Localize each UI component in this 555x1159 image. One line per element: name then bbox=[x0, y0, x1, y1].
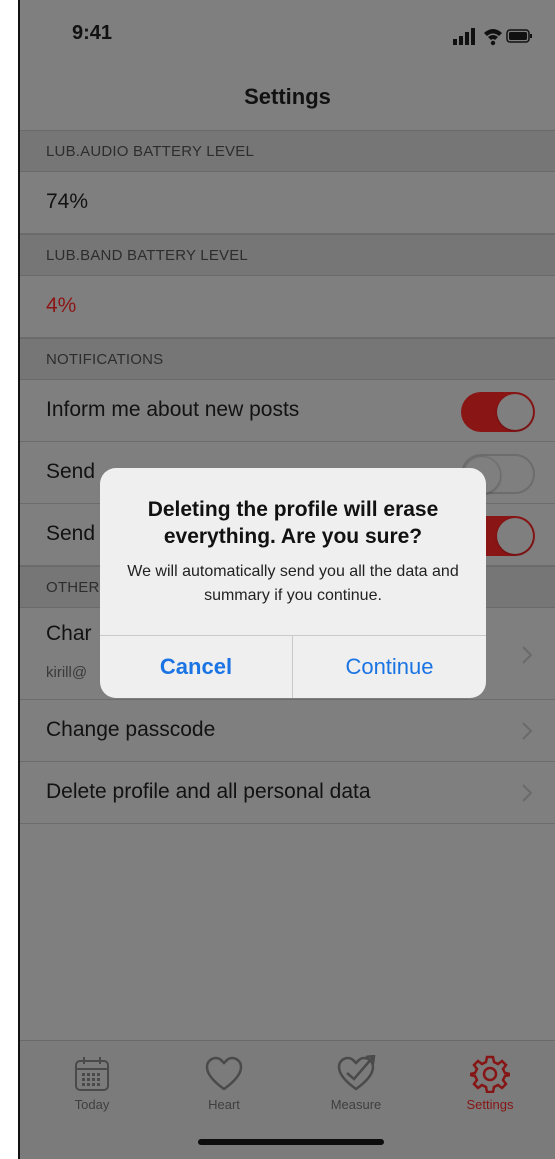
audio-battery-value: 74% bbox=[46, 190, 89, 213]
change-email-label: Char bbox=[46, 622, 92, 645]
section-header-label: LUB.AUDIO BATTERY LEVEL bbox=[46, 143, 255, 160]
chevron-right-icon bbox=[522, 722, 533, 740]
tab-today[interactable]: Today bbox=[42, 1055, 142, 1112]
new-posts-toggle[interactable] bbox=[461, 392, 535, 432]
delete-confirm-alert: Deleting the profile will erase everythi… bbox=[100, 468, 486, 698]
alert-buttons: Cancel Continue bbox=[100, 635, 486, 698]
nav-bar: Settings bbox=[20, 76, 555, 128]
status-icons bbox=[453, 28, 532, 46]
wifi-icon bbox=[484, 29, 502, 46]
toggle-knob bbox=[497, 518, 533, 554]
section-header-band: LUB.BAND BATTERY LEVEL bbox=[20, 234, 555, 276]
delete-profile-row[interactable]: Delete profile and all personal data bbox=[20, 762, 555, 824]
tab-label: Heart bbox=[208, 1097, 240, 1112]
notification-row-new-posts[interactable]: Inform me about new posts bbox=[20, 380, 555, 442]
audio-battery-row: 74% bbox=[20, 172, 555, 234]
alert-title: Deleting the profile will erase everythi… bbox=[147, 498, 439, 548]
change-email-sub: kirill@ bbox=[46, 664, 88, 681]
battery-icon bbox=[506, 29, 532, 43]
section-header-notifications: NOTIFICATIONS bbox=[20, 338, 555, 380]
chevron-right-icon bbox=[522, 784, 533, 802]
notification-label: Inform me about new posts bbox=[46, 398, 300, 421]
delete-profile-label: Delete profile and all personal data bbox=[46, 780, 371, 803]
toggle-knob bbox=[497, 394, 533, 430]
tab-settings[interactable]: Settings bbox=[440, 1055, 540, 1112]
page-title: Settings bbox=[244, 84, 331, 109]
tab-label: Today bbox=[74, 1097, 110, 1112]
tab-heart[interactable]: Heart bbox=[174, 1055, 274, 1112]
change-passcode-row[interactable]: Change passcode bbox=[20, 700, 555, 762]
band-battery-row: 4% bbox=[20, 276, 555, 338]
signal-icon bbox=[453, 28, 475, 45]
status-bar: 9:41 bbox=[20, 0, 555, 76]
continue-button[interactable]: Continue bbox=[293, 636, 486, 698]
change-passcode-label: Change passcode bbox=[46, 718, 216, 741]
notification-label: Send bbox=[46, 522, 96, 545]
section-header-label: NOTIFICATIONS bbox=[46, 351, 164, 368]
home-indicator bbox=[198, 1139, 384, 1145]
tab-label: Measure bbox=[330, 1097, 382, 1112]
band-battery-value: 4% bbox=[46, 294, 77, 317]
heart-check-icon bbox=[337, 1055, 376, 1091]
section-header-audio: LUB.AUDIO BATTERY LEVEL bbox=[20, 130, 555, 172]
tab-measure[interactable]: Measure bbox=[306, 1055, 406, 1112]
status-time: 9:41 bbox=[72, 22, 113, 44]
cancel-button[interactable]: Cancel bbox=[100, 636, 293, 698]
phone-screen: 9:41 Settings LUB.AUDIO BATTERY LEVEL 74… bbox=[18, 0, 555, 1159]
notification-label: Send bbox=[46, 460, 96, 483]
gear-icon bbox=[470, 1055, 510, 1093]
calendar-icon bbox=[75, 1057, 109, 1091]
heart-icon bbox=[205, 1056, 243, 1091]
alert-message: We will automatically send you all the d… bbox=[127, 563, 459, 604]
tab-bar: Today Heart Measure Settings bbox=[20, 1040, 555, 1159]
section-header-label: OTHER bbox=[46, 579, 100, 596]
chevron-right-icon bbox=[522, 646, 533, 664]
section-header-label: LUB.BAND BATTERY LEVEL bbox=[46, 247, 248, 264]
tab-label: Settings bbox=[466, 1097, 514, 1112]
